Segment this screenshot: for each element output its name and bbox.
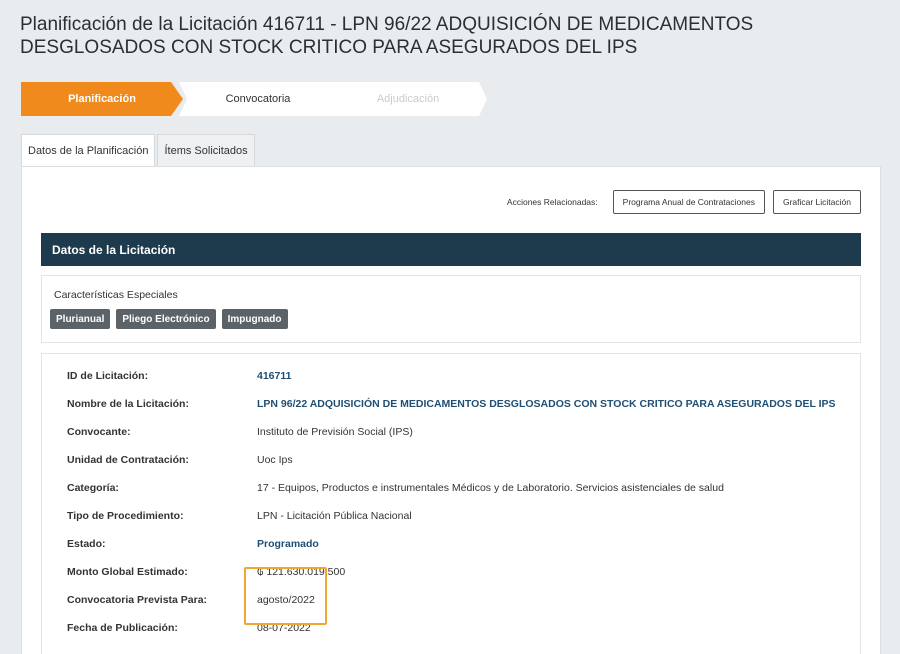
detail-label: Estado:	[67, 538, 106, 550]
detail-label: Convocante:	[67, 426, 131, 438]
date-highlight-box	[244, 567, 327, 625]
tab-bar: Datos de la Planificación Ítems Solicita…	[21, 134, 257, 167]
graficar-licitacion-button[interactable]: Graficar Licitación	[772, 190, 861, 214]
tab-datos-planificacion[interactable]: Datos de la Planificación	[21, 134, 156, 167]
detail-value-nombre[interactable]: LPN 96/22 ADQUISICIÓN DE MEDICAMENTOS DE…	[257, 398, 836, 410]
details-panel: ID de Licitación: 416711 Nombre de la Li…	[41, 353, 861, 654]
detail-row-categoria: Categoría: 17 - Equipos, Productos e ins…	[67, 480, 847, 496]
detail-label: ID de Licitación:	[67, 370, 149, 382]
special-characteristics-label: Características Especiales	[54, 289, 178, 301]
detail-row-id: ID de Licitación: 416711	[67, 368, 847, 384]
detail-row-unidad: Unidad de Contratación: Uoc Ips	[67, 452, 847, 468]
page-title: Planificación de la Licitación 416711 - …	[20, 14, 754, 58]
detail-row-convocatoria-prevista: Convocatoria Prevista Para: agosto/2022	[67, 592, 847, 608]
detail-label: Convocatoria Prevista Para:	[67, 594, 208, 606]
badge-impugnado: Impugnado	[221, 309, 288, 329]
step-planificacion[interactable]: Planificación	[21, 82, 183, 116]
page: Planificación de la Licitación 416711 - …	[0, 0, 900, 654]
detail-label: Fecha de Publicación:	[67, 622, 178, 634]
section-header: Datos de la Licitación	[41, 233, 861, 266]
programa-anual-button[interactable]: Programa Anual de Contrataciones	[612, 190, 765, 214]
related-actions-label: Acciones Relacionadas:	[506, 197, 598, 207]
progress-steps: Planificación Convocatoria Adjudicación	[21, 82, 491, 116]
detail-row-fecha-publicacion: Fecha de Publicación: 08-07-2022	[67, 620, 847, 636]
detail-row-nombre: Nombre de la Licitación: LPN 96/22 ADQUI…	[67, 396, 847, 412]
detail-value-tipo: LPN - Licitación Pública Nacional	[257, 510, 412, 522]
detail-label: Categoría:	[67, 482, 119, 494]
detail-value-id: 416711	[257, 370, 292, 382]
detail-row-estado: Estado: Programado	[67, 536, 847, 552]
detail-value-unidad: Uoc Ips	[257, 454, 293, 466]
step-adjudicacion: Adjudicación	[329, 82, 487, 116]
detail-label: Tipo de Procedimiento:	[67, 510, 184, 522]
detail-row-monto: Monto Global Estimado: ₲ 121.630.019.500	[67, 564, 847, 580]
detail-row-convocante: Convocante: Instituto de Previsión Socia…	[67, 424, 847, 440]
detail-value-categoria: 17 - Equipos, Productos e instrumentales…	[257, 482, 724, 494]
special-characteristics: Características Especiales Plurianual Pl…	[41, 275, 861, 343]
tab-panel: Acciones Relacionadas: Programa Anual de…	[21, 166, 881, 654]
tab-items-solicitados[interactable]: Ítems Solicitados	[157, 134, 255, 167]
related-actions: Acciones Relacionadas: Programa Anual de…	[507, 190, 861, 214]
detail-label: Nombre de la Licitación:	[67, 398, 189, 410]
badge-plurianual: Plurianual	[50, 309, 111, 329]
badge-list: Plurianual Pliego Electrónico Impugnado	[50, 309, 294, 329]
badge-pliego-electronico: Pliego Electrónico	[116, 309, 216, 329]
detail-value-estado: Programado	[257, 538, 319, 550]
detail-label: Unidad de Contratación:	[67, 454, 189, 466]
detail-row-tipo: Tipo de Procedimiento: LPN - Licitación …	[67, 508, 847, 524]
detail-label: Monto Global Estimado:	[67, 566, 188, 578]
step-convocatoria[interactable]: Convocatoria	[179, 82, 337, 116]
detail-value-convocante: Instituto de Previsión Social (IPS)	[257, 426, 413, 438]
